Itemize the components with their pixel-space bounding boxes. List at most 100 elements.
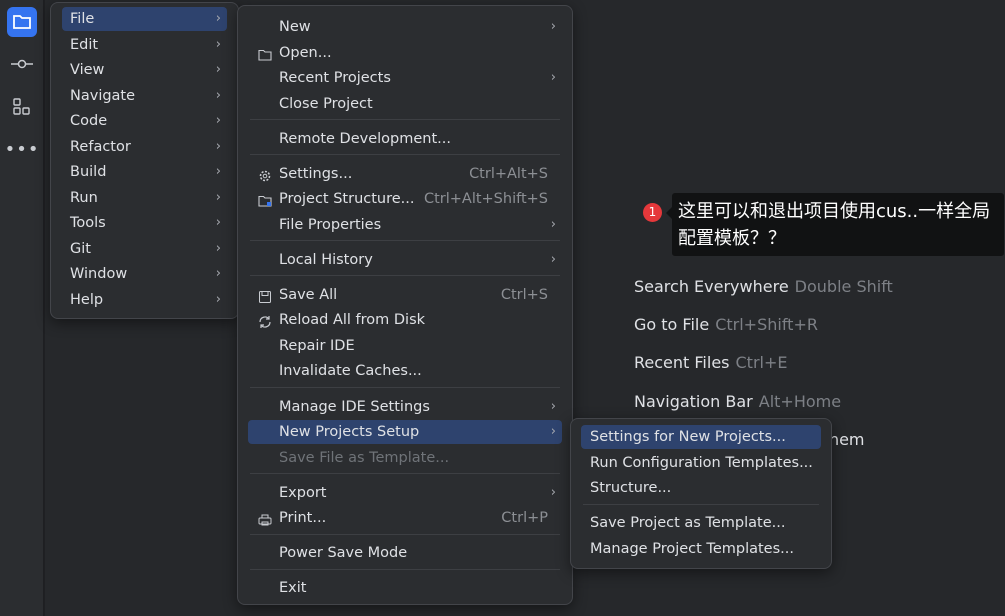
menu-item-export[interactable]: Export › [248, 481, 562, 505]
welcome-hint: Search Everywhere Double Shift [634, 277, 893, 296]
menu-item-label: Print... [279, 510, 327, 527]
menu-item-label: Git [70, 240, 91, 257]
menu-item-remote-development[interactable]: Remote Development... [248, 127, 562, 151]
menu-item-label: Repair IDE [279, 337, 355, 354]
menu-item-label: Manage IDE Settings [279, 398, 430, 415]
menu-item-label: Code [70, 113, 108, 129]
menu-item-code[interactable]: Code › [62, 109, 227, 133]
menu-item-new[interactable]: New › [248, 15, 562, 39]
hint-shortcut: Ctrl+Shift+R [715, 315, 818, 335]
menu-item-print[interactable]: Print... Ctrl+P [248, 506, 562, 530]
menu-item-power-save-mode[interactable]: Power Save Mode [248, 541, 562, 565]
chevron-right-icon: › [215, 62, 221, 77]
menu-separator [250, 568, 560, 570]
menu-separator [250, 473, 560, 474]
folder-icon [258, 46, 272, 61]
hint-shortcut: Ctrl+E [735, 353, 788, 373]
menu-item-file[interactable]: File › [62, 7, 227, 31]
chevron-right-icon: › [550, 216, 556, 232]
menu-item-new-projects-setup[interactable]: New Projects Setup › [248, 420, 562, 444]
new-projects-setup-submenu: Settings for New Projects... Run Configur… [570, 418, 832, 569]
tool-sidebar: ••• [0, 0, 44, 616]
menu-item-label: New Projects Setup [279, 424, 420, 440]
hint-label: Search Everywhere [634, 277, 789, 296]
menu-item-settings-for-new-projects[interactable]: Settings for New Projects... [581, 425, 821, 449]
menu-item-invalidate-caches[interactable]: Invalidate Caches... [248, 359, 562, 383]
chevron-right-icon: › [215, 215, 221, 230]
menu-separator [250, 275, 560, 277]
welcome-hint: Recent Files Ctrl+E [634, 353, 787, 372]
menu-item-save-project-as-template[interactable]: Save Project as Template... [581, 511, 821, 535]
menu-item-label: Recent Projects [279, 70, 391, 86]
menu-item-settings[interactable]: Settings... Ctrl+Alt+S [248, 162, 562, 186]
menu-separator [250, 119, 560, 120]
menu-item-close-project[interactable]: Close Project [248, 92, 562, 116]
welcome-hint: Go to File Ctrl+Shift+R [634, 315, 818, 334]
shortcut-label: Ctrl+Alt+Shift+S [423, 191, 548, 208]
menu-item-label: Build [70, 164, 107, 180]
menu-item-structure[interactable]: Structure... [581, 476, 821, 500]
chevron-right-icon: › [215, 266, 221, 281]
menu-item-window[interactable]: Window › [62, 262, 227, 286]
annotation-note: 这里可以和退出项目使用cus..一样全局配置模板？？ [666, 193, 1004, 256]
menu-item-label: Settings for New Projects... [590, 429, 786, 445]
menu-item-file-properties[interactable]: File Properties › [248, 213, 562, 237]
reload-icon [258, 313, 272, 329]
shortcut-label: Ctrl+Alt+S [469, 165, 548, 182]
chevron-right-icon: › [215, 291, 221, 307]
menu-item-label: Remote Development... [279, 130, 451, 147]
menu-item-label: Help [70, 291, 104, 308]
menu-item-save-file-as-template[interactable]: Save File as Template... [248, 446, 562, 470]
menu-separator [250, 386, 560, 388]
menu-item-help[interactable]: Help › [62, 288, 227, 312]
welcome-hint: Navigation Bar Alt+Home [634, 392, 841, 411]
structure-button[interactable] [7, 92, 37, 122]
shortcut-label: Ctrl+S [500, 286, 548, 303]
menu-item-label: Refactor [70, 138, 131, 155]
menu-item-label: Power Save Mode [279, 545, 408, 562]
project-button[interactable] [7, 7, 37, 37]
menu-item-open[interactable]: Open... [248, 41, 562, 65]
menu-item-label: Window [70, 266, 128, 282]
chevron-right-icon: › [550, 19, 556, 34]
commit-button[interactable] [7, 49, 37, 79]
menu-item-manage-project-templates[interactable]: Manage Project Templates... [581, 537, 821, 561]
menu-item-reload-all-from-disk[interactable]: Reload All from Disk [248, 308, 562, 332]
menu-item-view[interactable]: View › [62, 58, 227, 82]
menu-item-label: Tools [70, 215, 106, 231]
hint-shortcut: Alt+Home [758, 391, 842, 411]
menu-item-local-history[interactable]: Local History › [248, 248, 562, 272]
menu-item-build[interactable]: Build › [62, 160, 227, 184]
menu-item-label: Local History [279, 251, 373, 268]
chevron-right-icon: › [550, 398, 556, 414]
more-icon[interactable]: ••• [5, 134, 39, 164]
menu-item-exit[interactable]: Exit [248, 576, 562, 600]
project-structure-icon [258, 192, 272, 207]
menu-item-project-structure[interactable]: Project Structure... Ctrl+Alt+Shift+S [248, 187, 562, 211]
file-menu: New › Open... Recent Projects › Close Project… [237, 5, 573, 605]
menu-item-label: Export [279, 484, 327, 501]
folder-icon [13, 15, 31, 29]
menu-item-manage-ide-settings[interactable]: Manage IDE Settings › [248, 395, 562, 419]
shortcut-label: Ctrl+P [501, 510, 548, 527]
menu-separator [250, 240, 560, 242]
menu-item-label: Settings... [279, 165, 353, 182]
menu-item-repair-ide[interactable]: Repair IDE [248, 334, 562, 358]
menu-item-refactor[interactable]: Refactor › [62, 135, 227, 159]
chevron-right-icon: › [215, 138, 221, 154]
menu-item-recent-projects[interactable]: Recent Projects › [248, 66, 562, 90]
save-icon [258, 288, 272, 303]
menu-item-git[interactable]: Git › [62, 237, 227, 261]
menu-item-navigate[interactable]: Navigate › [62, 84, 227, 108]
menu-item-label: Edit [70, 36, 99, 53]
structure-icon [13, 98, 30, 115]
menu-item-label: Save File as Template... [279, 449, 450, 466]
menu-item-run-configuration-templates[interactable]: Run Configuration Templates... [581, 451, 821, 475]
chevron-right-icon: › [215, 36, 221, 52]
menu-item-run[interactable]: Run › [62, 186, 227, 210]
menu-item-edit[interactable]: Edit › [62, 33, 227, 57]
menu-separator [583, 503, 819, 505]
menu-item-tools[interactable]: Tools › [62, 211, 227, 235]
hint-shortcut: Double Shift [794, 277, 893, 296]
menu-item-save-all[interactable]: Save All Ctrl+S [248, 283, 562, 307]
